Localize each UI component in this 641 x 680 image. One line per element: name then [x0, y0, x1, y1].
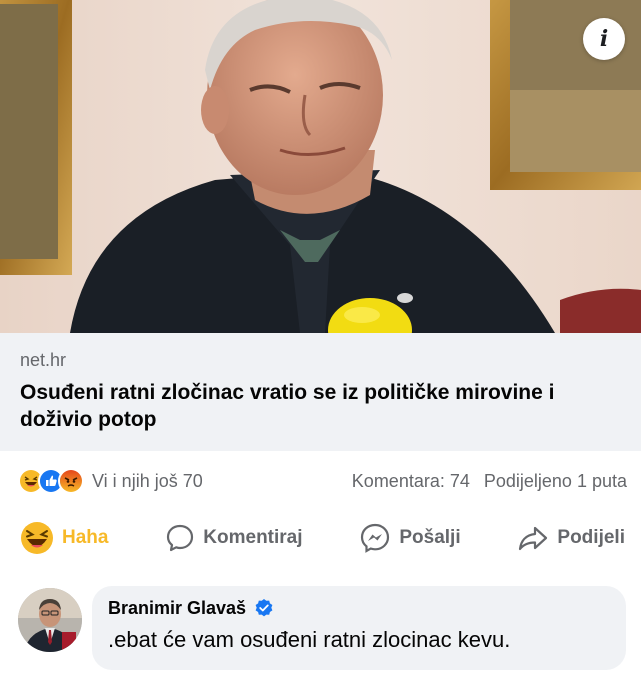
haha-button[interactable]: Haha	[20, 521, 108, 555]
haha-icon	[21, 522, 53, 554]
share-icon	[519, 526, 548, 551]
action-bar: Haha Komentiraj Pošalji Podijeli	[0, 510, 641, 566]
comment-button[interactable]: Komentiraj	[165, 523, 303, 553]
comment-text: .ebat će vam osuđeni ratni zlocinac kevu…	[108, 627, 511, 652]
avatar[interactable]	[18, 588, 82, 652]
comment-author-row: Branimir Glavaš	[108, 596, 610, 620]
send-label: Pošalji	[399, 527, 461, 548]
share-count[interactable]: Podijeljeno 1 puta	[484, 471, 627, 492]
comment-item: Branimir Glavaš .ebat će vam osuđeni rat…	[18, 586, 628, 676]
comment-bubble[interactable]: Branimir Glavaš .ebat će vam osuđeni rat…	[92, 586, 626, 670]
angry-icon	[58, 468, 84, 494]
comment-author[interactable]: Branimir Glavaš	[108, 596, 246, 620]
share-button[interactable]: Podijeli	[517, 522, 625, 554]
comment-label: Komentiraj	[203, 527, 303, 548]
link-title[interactable]: Osuđeni ratni zločinac vratio se iz poli…	[20, 379, 620, 433]
comment-icon	[167, 524, 194, 552]
reaction-icons[interactable]	[18, 468, 84, 494]
link-domain: net.hr	[20, 350, 67, 370]
link-preview[interactable]: net.hr Osuđeni ratni zločinac vratio se …	[0, 333, 641, 451]
reaction-summary: Vi i njih još 70 Komentara: 74 Podijelje…	[0, 458, 641, 504]
verified-badge-icon	[255, 599, 273, 617]
messenger-icon	[361, 523, 390, 553]
comment-count[interactable]: Komentara: 74	[352, 471, 470, 492]
post-image[interactable]: i	[0, 0, 641, 333]
info-icon[interactable]: i	[583, 18, 625, 60]
engagement-counts: Komentara: 74 Podijeljeno 1 puta	[352, 471, 627, 492]
send-button[interactable]: Pošalji	[359, 522, 461, 554]
haha-label: Haha	[62, 527, 109, 548]
reaction-names[interactable]: Vi i njih još 70	[92, 471, 203, 492]
share-label: Podijeli	[557, 527, 625, 548]
post-photo-illustration	[0, 0, 641, 333]
